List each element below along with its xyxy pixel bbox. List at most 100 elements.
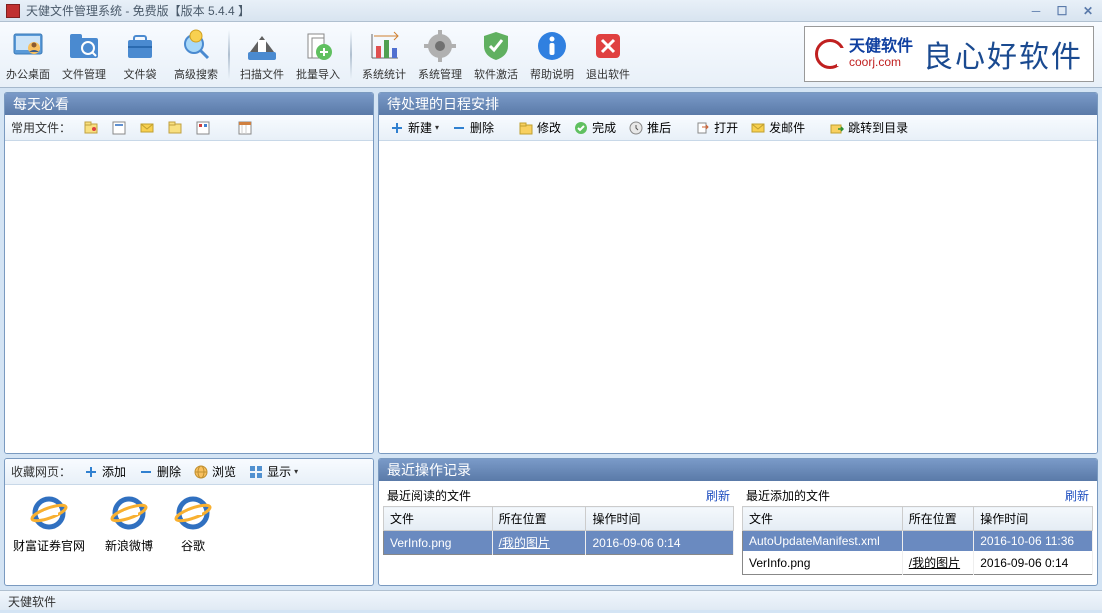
fav-globe-button[interactable]: 浏览: [189, 461, 240, 482]
schedule-check-button[interactable]: 完成: [569, 117, 620, 138]
plus-icon: [389, 120, 405, 136]
toolbar-exit[interactable]: 退出软件: [580, 22, 636, 87]
shield-icon: [478, 28, 514, 64]
schedule-mail-button[interactable]: 发邮件: [746, 117, 809, 138]
schedule-clock-button[interactable]: 推后: [624, 117, 675, 138]
fav-grid-button[interactable]: 显示 ▾: [244, 461, 302, 482]
briefcase-icon: [122, 28, 158, 64]
minimize-button[interactable]: ─: [1028, 4, 1044, 18]
ie-icon: [173, 493, 213, 533]
favorite-label: 财富证券官网: [13, 537, 85, 554]
toolbar-folder-search[interactable]: 文件管理: [56, 22, 112, 87]
toolbar-label: 系统统计: [362, 66, 406, 82]
search-icon: [178, 28, 214, 64]
schedule-panel: 待处理的日程安排 新建 ▾删除修改完成推后打开发邮件跳转到目录: [378, 92, 1098, 454]
check-icon: [573, 120, 589, 136]
file-type-icon-4[interactable]: [163, 118, 187, 138]
recent-read-section: 最近阅读的文件 刷新 文件所在位置操作时间VerInfo.png/我的图片201…: [383, 485, 734, 575]
schedule-open-button[interactable]: 打开: [691, 117, 742, 138]
favorite-link[interactable]: 谷歌: [173, 493, 213, 554]
favorite-link[interactable]: 财富证券官网: [13, 493, 85, 554]
schedule-header: 待处理的日程安排: [379, 93, 1097, 115]
file-type-icon-5[interactable]: [191, 118, 215, 138]
table-header[interactable]: 文件: [384, 507, 493, 531]
recent-added-refresh[interactable]: 刷新: [1065, 487, 1089, 504]
toolbar-label: 系统管理: [418, 66, 462, 82]
table-header[interactable]: 文件: [743, 507, 903, 531]
titlebar: 天健文件管理系统 - 免费版【版本 5.4.4 】 ─ ☐ ✕: [0, 0, 1102, 22]
banner[interactable]: 天健软件coorj.com良心好软件: [804, 26, 1094, 82]
location-cell: /我的图片: [492, 531, 586, 555]
must-see-toolbar: 常用文件：: [5, 115, 373, 141]
banner-logo-icon: [815, 39, 845, 69]
file-type-icon-1[interactable]: [79, 118, 103, 138]
goto-icon: [829, 120, 845, 136]
table-header[interactable]: 操作时间: [974, 507, 1093, 531]
time-cell: 2016-10-06 11:36: [974, 531, 1093, 552]
folder-icon: [518, 120, 534, 136]
table-header[interactable]: 所在位置: [902, 507, 974, 531]
chart-icon: [366, 28, 402, 64]
file-cell: VerInfo.png: [384, 531, 493, 555]
toolbar-shield[interactable]: 软件激活: [468, 22, 524, 87]
table-header[interactable]: 所在位置: [492, 507, 586, 531]
gear-icon: [422, 28, 458, 64]
toolbar-search[interactable]: 高级搜索: [168, 22, 224, 87]
grid-icon: [248, 464, 264, 480]
toolbar-label: 退出软件: [586, 66, 630, 82]
mail-icon: [750, 120, 766, 136]
common-files-label: 常用文件：: [11, 119, 71, 136]
recent-read-refresh[interactable]: 刷新: [706, 487, 730, 504]
fav-minus-button[interactable]: 删除: [134, 461, 185, 482]
banner-slogan: 良心好软件: [923, 32, 1083, 76]
toolbar-import[interactable]: 批量导入: [290, 22, 346, 87]
desktop-icon: [10, 28, 46, 64]
schedule-minus-button[interactable]: 删除: [447, 117, 498, 138]
plus-icon: [83, 464, 99, 480]
toolbar-desktop[interactable]: 办公桌面: [0, 22, 56, 87]
recent-added-section: 最近添加的文件 刷新 文件所在位置操作时间AutoUpdateManifest.…: [742, 485, 1093, 575]
time-cell: 2016-09-06 0:14: [974, 551, 1093, 575]
ie-icon: [29, 493, 69, 533]
schedule-folder-button[interactable]: 修改: [514, 117, 565, 138]
toolbar-info[interactable]: 帮助说明: [524, 22, 580, 87]
table-header[interactable]: 操作时间: [586, 507, 734, 531]
info-icon: [534, 28, 570, 64]
recent-header: 最近操作记录: [379, 459, 1097, 481]
toolbar-label: 软件激活: [474, 66, 518, 82]
main-toolbar: 办公桌面文件管理文件袋高级搜索 扫描文件批量导入 系统统计系统管理软件激活帮助说明退…: [0, 22, 1102, 88]
recent-panel: 最近操作记录 最近阅读的文件 刷新 文件所在位置操作时间VerInfo.png/…: [378, 458, 1098, 586]
toolbar-label: 批量导入: [296, 66, 340, 82]
file-type-icon-6[interactable]: [233, 118, 257, 138]
file-cell: VerInfo.png: [743, 551, 903, 575]
maximize-button[interactable]: ☐: [1054, 4, 1070, 18]
folder-search-icon: [66, 28, 102, 64]
toolbar-scanner[interactable]: 扫描文件: [234, 22, 290, 87]
toolbar-label: 高级搜索: [174, 66, 218, 82]
fav-plus-button[interactable]: 添加: [79, 461, 130, 482]
location-cell: /我的图片: [902, 551, 974, 575]
toolbar-label: 办公桌面: [6, 66, 50, 82]
import-icon: [300, 28, 336, 64]
schedule-goto-button[interactable]: 跳转到目录: [825, 117, 912, 138]
file-type-icon-2[interactable]: [107, 118, 131, 138]
toolbar-label: 扫描文件: [240, 66, 284, 82]
favorites-toolbar: 收藏网页：添加删除浏览显示 ▾: [5, 459, 373, 485]
table-row[interactable]: VerInfo.png/我的图片2016-09-06 0:14: [384, 531, 734, 555]
recent-added-title: 最近添加的文件: [746, 487, 830, 504]
file-type-icon-3[interactable]: [135, 118, 159, 138]
table-row[interactable]: AutoUpdateManifest.xml2016-10-06 11:36: [743, 531, 1093, 552]
favorite-link[interactable]: 新浪微博: [105, 493, 153, 554]
toolbar-chart[interactable]: 系统统计: [356, 22, 412, 87]
window-title: 天健文件管理系统 - 免费版【版本 5.4.4 】: [26, 2, 1028, 19]
ie-icon: [109, 493, 149, 533]
toolbar-briefcase[interactable]: 文件袋: [112, 22, 168, 87]
recent-read-table: 文件所在位置操作时间VerInfo.png/我的图片2016-09-06 0:1…: [383, 506, 734, 555]
table-row[interactable]: VerInfo.png/我的图片2016-09-06 0:14: [743, 551, 1093, 575]
toolbar-label: 文件管理: [62, 66, 106, 82]
toolbar-gear[interactable]: 系统管理: [412, 22, 468, 87]
open-icon: [695, 120, 711, 136]
schedule-plus-button[interactable]: 新建 ▾: [385, 117, 443, 138]
favorite-label: 新浪微博: [105, 537, 153, 554]
close-button[interactable]: ✕: [1080, 4, 1096, 18]
